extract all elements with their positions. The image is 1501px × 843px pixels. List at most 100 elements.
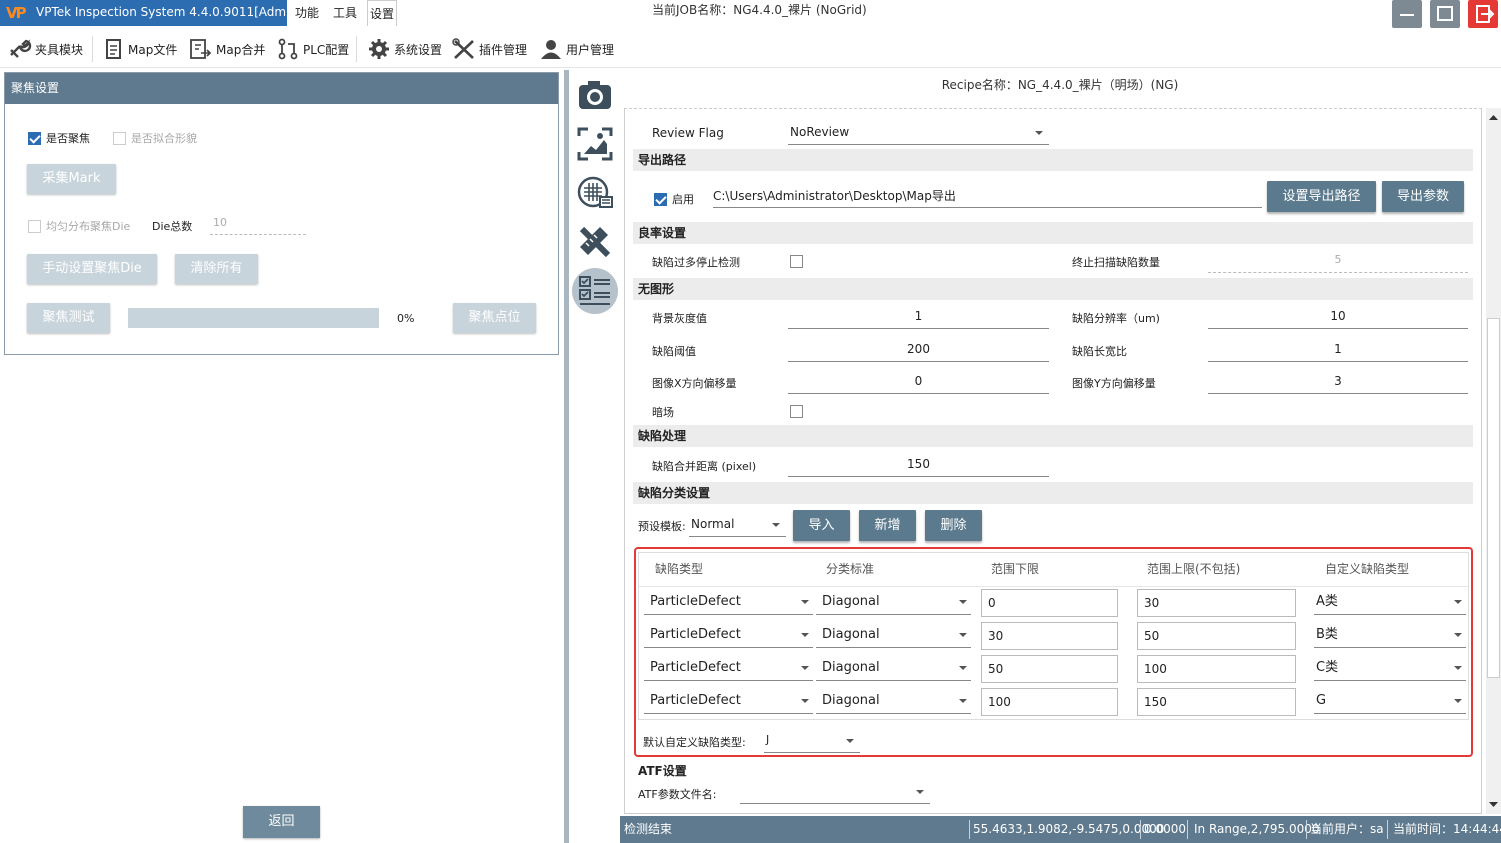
scroll-down-icon[interactable] bbox=[1488, 800, 1499, 810]
add-button[interactable]: 新增 bbox=[859, 510, 916, 541]
maximize-icon bbox=[1437, 6, 1453, 21]
yield-section-header: 良率设置 bbox=[633, 222, 1473, 244]
defect-aspect-ratio-input[interactable]: 1 bbox=[1208, 338, 1468, 362]
collect-mark-button[interactable]: 采集Mark bbox=[27, 164, 116, 194]
defect-type-select[interactable]: ParticleDefect bbox=[644, 655, 813, 681]
toolbar-fixture-button[interactable]: 夹具模块 bbox=[8, 36, 83, 62]
toolbar-plc-button[interactable]: PLC配置 bbox=[276, 36, 349, 62]
upper-bound-input[interactable]: 50 bbox=[1137, 622, 1296, 650]
user-icon bbox=[541, 40, 561, 59]
default-custom-type-select[interactable]: J bbox=[764, 729, 860, 753]
lower-bound-input[interactable]: 30 bbox=[981, 622, 1118, 650]
defect-resolution-input[interactable]: 10 bbox=[1208, 305, 1468, 329]
toolbar-plugin-button[interactable]: 插件管理 bbox=[452, 36, 527, 62]
custom-type-select[interactable]: A类 bbox=[1314, 589, 1466, 615]
clear-all-button[interactable]: 清除所有 bbox=[175, 254, 258, 284]
checkbox-checked-icon bbox=[28, 131, 41, 145]
menu-function[interactable]: 功能 bbox=[295, 4, 319, 22]
export-params-button[interactable]: 导出参数 bbox=[1382, 181, 1464, 212]
stop-on-excess-checkbox[interactable] bbox=[790, 255, 803, 268]
upper-bound-input[interactable]: 30 bbox=[1137, 589, 1296, 617]
scrollbar-thumb[interactable] bbox=[1487, 318, 1500, 678]
checklist-icon bbox=[579, 276, 610, 305]
defect-type-select[interactable]: ParticleDefect bbox=[644, 688, 813, 714]
checkbox-icon bbox=[28, 219, 41, 233]
die-total-input[interactable]: 10 bbox=[210, 214, 306, 235]
progress-text: 0% bbox=[397, 312, 415, 325]
status-range: In Range,2,795.0000 bbox=[1194, 822, 1320, 836]
import-button[interactable]: 导入 bbox=[793, 510, 850, 541]
y-offset-label: 图像Y方向偏移量 bbox=[1072, 377, 1156, 390]
criteria-select[interactable]: Diagonal bbox=[816, 589, 971, 615]
lower-bound-input[interactable]: 0 bbox=[981, 589, 1118, 617]
col-header-upper-bound: 范围上限(不包括) bbox=[1147, 562, 1241, 576]
export-enable-checkbox[interactable]: 启用 bbox=[654, 191, 694, 207]
minimize-icon bbox=[1400, 14, 1414, 16]
focus-point-button[interactable]: 聚焦点位 bbox=[453, 303, 536, 333]
scroll-up-icon[interactable] bbox=[1488, 112, 1499, 122]
fit-shape-checkbox[interactable]: 是否拟合形貌 bbox=[113, 130, 197, 146]
custom-type-select[interactable]: B类 bbox=[1314, 622, 1466, 648]
toolbar-mapfile-button[interactable]: Map文件 bbox=[103, 36, 177, 62]
review-flag-select[interactable]: NoReview bbox=[788, 121, 1049, 145]
checkbox-icon bbox=[113, 131, 126, 145]
defect-threshold-label: 缺陷阈值 bbox=[652, 345, 696, 358]
plc-icon bbox=[278, 38, 298, 60]
checklist-button[interactable] bbox=[572, 268, 618, 314]
defect-type-select[interactable]: ParticleDefect bbox=[644, 622, 813, 648]
recipe-title: Recipe名称：NG_4.4.0_裸片（明场）(NG) bbox=[941, 78, 1179, 92]
upper-bound-input[interactable]: 150 bbox=[1137, 688, 1296, 716]
toolbar-plugin-label: 插件管理 bbox=[479, 42, 528, 57]
criteria-select[interactable]: Diagonal bbox=[816, 655, 971, 681]
menu-tools[interactable]: 工具 bbox=[333, 4, 357, 22]
no-pattern-section-header: 无图形 bbox=[633, 278, 1473, 300]
set-export-path-button[interactable]: 设置导出路径 bbox=[1267, 181, 1376, 212]
status-coords: 55.4633,1.9082,-9.5475,0.0000 bbox=[973, 822, 1165, 836]
y-offset-input[interactable]: 3 bbox=[1208, 370, 1468, 394]
defect-type-select[interactable]: ParticleDefect bbox=[644, 589, 813, 615]
atf-file-select[interactable] bbox=[740, 780, 930, 804]
is-focus-checkbox[interactable]: 是否聚焦 bbox=[28, 130, 90, 146]
uniform-distribution-checkbox[interactable]: 均匀分布聚焦Die bbox=[28, 218, 130, 234]
focus-test-button[interactable]: 聚焦测试 bbox=[27, 303, 110, 333]
criteria-select[interactable]: Diagonal bbox=[816, 688, 971, 714]
preset-template-select[interactable]: Normal bbox=[689, 513, 786, 537]
vertical-scrollbar[interactable] bbox=[1486, 108, 1501, 814]
status-divider bbox=[1306, 820, 1307, 839]
merge-distance-input[interactable]: 150 bbox=[788, 453, 1049, 477]
minimize-button[interactable] bbox=[1392, 0, 1422, 28]
upper-bound-input[interactable]: 100 bbox=[1137, 655, 1296, 683]
delete-button[interactable]: 删除 bbox=[925, 510, 982, 541]
toolbar-mapmerge-button[interactable]: Map合并 bbox=[189, 36, 265, 62]
toolbar-system-settings-button[interactable]: 系统设置 bbox=[367, 36, 442, 62]
defect-threshold-input[interactable]: 200 bbox=[788, 338, 1049, 362]
stop-count-input[interactable]: 5 bbox=[1208, 249, 1468, 273]
is-focus-label: 是否聚焦 bbox=[46, 132, 90, 145]
maximize-button[interactable] bbox=[1430, 0, 1460, 28]
panel-splitter[interactable] bbox=[564, 70, 569, 843]
x-offset-input[interactable]: 0 bbox=[788, 370, 1049, 394]
custom-type-select[interactable]: G bbox=[1314, 688, 1466, 714]
darkfield-checkbox[interactable] bbox=[790, 405, 803, 418]
camera-button[interactable] bbox=[574, 76, 616, 116]
status-bar: 检测结束 55.4633,1.9082,-9.5475,0.0000 0.000… bbox=[620, 816, 1501, 843]
criteria-select[interactable]: Diagonal bbox=[816, 622, 971, 648]
close-button[interactable] bbox=[1468, 0, 1498, 28]
review-flag-label: Review Flag bbox=[652, 126, 724, 140]
background-gray-input[interactable]: 1 bbox=[788, 305, 1049, 329]
measure-tools-button[interactable] bbox=[574, 221, 616, 261]
menu-settings[interactable]: 设置 bbox=[367, 0, 397, 26]
title-bar: VP VPTek Inspection System 4.4.0.9011[Ad… bbox=[0, 0, 1501, 28]
panel-title: 聚焦设置 bbox=[5, 73, 558, 104]
status-divider bbox=[969, 820, 970, 839]
export-path-input[interactable]: C:\Users\Administrator\Desktop\Map导出 bbox=[713, 185, 1262, 208]
atf-file-label: ATF参数文件名: bbox=[638, 788, 717, 801]
lower-bound-input[interactable]: 50 bbox=[981, 655, 1118, 683]
toolbar-user-button[interactable]: 用户管理 bbox=[539, 36, 614, 62]
custom-type-select[interactable]: C类 bbox=[1314, 655, 1466, 681]
return-button[interactable]: 返回 bbox=[243, 806, 320, 838]
wafer-map-button[interactable] bbox=[574, 173, 616, 213]
lower-bound-input[interactable]: 100 bbox=[981, 688, 1118, 716]
image-button[interactable] bbox=[574, 124, 616, 164]
manual-set-focus-die-button[interactable]: 手动设置聚焦Die bbox=[27, 254, 157, 284]
